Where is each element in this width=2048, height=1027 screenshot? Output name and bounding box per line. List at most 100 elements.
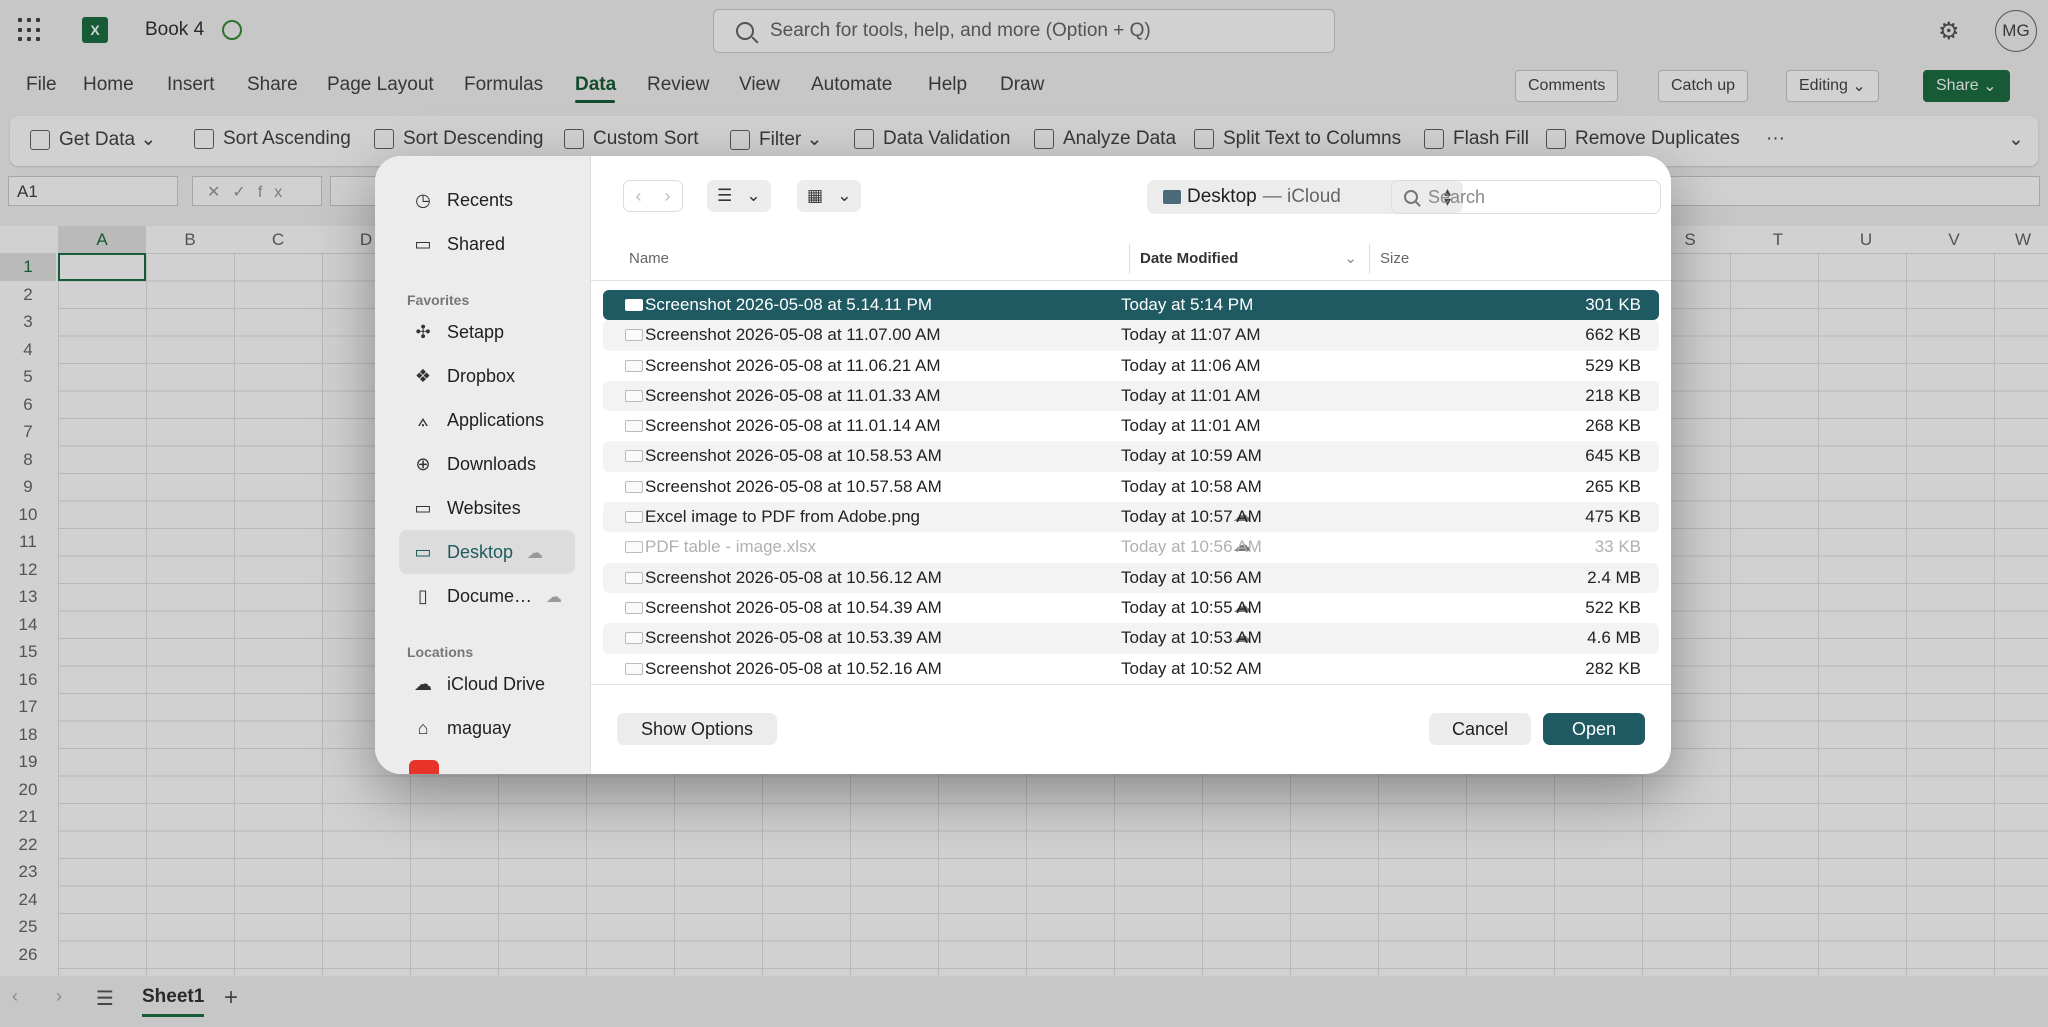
applications-icon: ⟑ xyxy=(417,410,429,430)
setapp-icon: ✣ xyxy=(415,322,431,342)
sidebar-item-websites[interactable]: ▭ Websites xyxy=(411,498,520,519)
file-date-modified: Today at 10:53 AM xyxy=(1121,628,1262,648)
file-row[interactable]: Screenshot 2026-05-08 at 10.52.16 AM Toda… xyxy=(603,654,1659,684)
favorites-heading: Favorites xyxy=(407,292,470,308)
file-thumbnail-icon xyxy=(625,571,643,584)
file-name: Screenshot 2026-05-08 at 11.06.21 AM xyxy=(645,355,941,375)
sidebar-label: Desktop xyxy=(447,542,514,562)
file-thumbnail-icon xyxy=(625,480,643,493)
sidebar-label: Downloads xyxy=(447,454,537,474)
partially-hidden-location-icon xyxy=(409,760,439,774)
open-file-dialog: ◷ Recents ▭ Shared Favorites ✣ Setapp ❖ Drop… xyxy=(375,156,1671,774)
sort-chevron-icon: ⌄ xyxy=(1344,250,1357,267)
file-size: 268 KB xyxy=(1585,416,1641,436)
file-row[interactable]: Excel image to PDF from Adobe.png ☁ Today … xyxy=(603,502,1659,533)
list-view-button[interactable]: ☰ ⌄ xyxy=(707,180,771,212)
sidebar-item-recents[interactable]: ◷ Recents xyxy=(411,190,513,211)
sidebar-label: Recents xyxy=(447,190,514,210)
file-row[interactable]: Screenshot 2026-05-08 at 10.57.58 AM Toda… xyxy=(603,472,1659,502)
file-row[interactable]: Screenshot 2026-05-08 at 10.58.53 AM Toda… xyxy=(603,441,1659,472)
sidebar-item-dropbox[interactable]: ❖ Dropbox xyxy=(411,366,515,387)
sidebar-item-home[interactable]: ⌂ maguay xyxy=(411,718,511,739)
dialog-search-input[interactable]: Search xyxy=(1391,180,1661,214)
file-row[interactable]: Screenshot 2026-05-08 at 10.54.39 AM ☁ Tod… xyxy=(603,593,1659,623)
file-thumbnail-icon xyxy=(625,329,643,342)
file-row[interactable]: Screenshot 2026-05-08 at 11.01.33 AM Toda… xyxy=(603,380,1659,412)
sidebar-label: iCloud Drive xyxy=(447,674,546,694)
list-view-icon: ☰ xyxy=(717,186,733,205)
sidebar-item-icloud-drive[interactable]: ☁ iCloud Drive xyxy=(411,674,545,695)
file-size: 265 KB xyxy=(1585,476,1641,496)
file-date-modified: Today at 10:56 AM xyxy=(1121,537,1262,557)
desktop-icon: ▭ xyxy=(414,542,432,562)
date-column-label: Date Modified xyxy=(1140,250,1239,267)
sidebar-label: Docume… xyxy=(447,586,533,606)
show-options-label: Show Options xyxy=(640,718,754,739)
cancel-label: Cancel xyxy=(1451,718,1509,739)
file-date-modified: Today at 10:59 AM xyxy=(1121,446,1262,466)
group-view-button[interactable]: ▦ ⌄ xyxy=(797,180,862,212)
file-name: Screenshot 2026-05-08 at 10.56.12 AM xyxy=(645,567,942,587)
file-row[interactable]: Screenshot 2026-05-08 at 11.07.00 AM Toda… xyxy=(603,320,1659,351)
file-name: Excel image to PDF from Adobe.png xyxy=(645,507,920,527)
open-button[interactable]: Open xyxy=(1543,713,1645,745)
cancel-button[interactable]: Cancel xyxy=(1429,713,1531,745)
sidebar-item-applications[interactable]: ⟑ Applications xyxy=(411,410,545,431)
file-date-modified: Today at 10:56 AM xyxy=(1121,567,1262,587)
chevron-down-icon: ⌄ xyxy=(746,186,761,205)
home-icon: ⌂ xyxy=(417,718,429,738)
file-name: Screenshot 2026-05-08 at 11.01.14 AM xyxy=(645,416,941,436)
file-name: Screenshot 2026-05-08 at 10.53.39 AM xyxy=(645,628,942,648)
file-date-modified: Today at 11:07 AM xyxy=(1121,325,1261,345)
sidebar-item-documents[interactable]: ▯ Docume… ☁ xyxy=(411,586,562,607)
dialog-toolbar: ‹ › ☰ ⌄ ▦ ⌄ Desktop — iCloud ▴ ▾ Search xyxy=(591,156,1671,242)
forward-chevron-icon[interactable]: › xyxy=(653,181,682,211)
file-thumbnail-icon xyxy=(625,299,643,311)
file-row[interactable]: Screenshot 2026-05-08 at 10.56.12 AM Toda… xyxy=(603,562,1659,593)
locations-heading: Locations xyxy=(407,644,474,660)
file-size: 529 KB xyxy=(1585,355,1641,375)
file-thumbnail-icon xyxy=(625,359,643,372)
file-date-modified: Today at 10:55 AM xyxy=(1121,597,1262,617)
dropbox-icon: ❖ xyxy=(414,366,432,386)
file-name: Screenshot 2026-05-08 at 10.54.39 AM xyxy=(645,597,942,617)
document-icon: ▯ xyxy=(418,586,428,606)
file-date-modified: Today at 11:06 AM xyxy=(1121,355,1261,375)
sidebar-label: Setapp xyxy=(447,322,505,342)
header-divider xyxy=(591,280,1671,281)
show-options-button[interactable]: Show Options xyxy=(617,713,777,745)
clock-icon: ◷ xyxy=(415,190,431,210)
size-column-header[interactable]: Size xyxy=(1369,244,1409,274)
file-row[interactable]: Screenshot 2026-05-08 at 11.06.21 AM Toda… xyxy=(603,351,1659,381)
file-thumbnail-icon xyxy=(625,541,643,554)
back-forward-buttons: ‹ › xyxy=(623,180,683,212)
file-list: Screenshot 2026-05-08 at 5.14.11 PM Today… xyxy=(603,290,1659,684)
sidebar-item-downloads[interactable]: ⊕ Downloads xyxy=(411,454,536,475)
date-column-header[interactable]: Date Modified ⌄ xyxy=(1129,244,1369,274)
file-name: Screenshot 2026-05-08 at 11.01.33 AM xyxy=(645,385,941,405)
chevron-down-icon: ⌄ xyxy=(837,186,852,205)
file-row[interactable]: Screenshot 2026-05-08 at 5.14.11 PM Today… xyxy=(603,290,1659,321)
file-row: PDF table - image.xlsx ☁ Today at 10:56 AM… xyxy=(603,532,1659,562)
location-label: Desktop xyxy=(1187,186,1257,207)
sidebar-label: maguay xyxy=(447,718,512,738)
sidebar-item-setapp[interactable]: ✣ Setapp xyxy=(411,322,504,343)
file-thumbnail-icon xyxy=(625,662,643,675)
file-name: Screenshot 2026-05-08 at 10.58.53 AM xyxy=(645,446,942,466)
file-date-modified: Today at 10:58 AM xyxy=(1121,476,1262,496)
file-size: 33 KB xyxy=(1594,537,1641,557)
open-label: Open xyxy=(1571,718,1617,739)
sidebar-item-desktop[interactable]: ▭ Desktop ☁ xyxy=(411,542,543,563)
name-column-header[interactable]: Name xyxy=(629,244,669,274)
sidebar-item-shared[interactable]: ▭ Shared xyxy=(411,234,505,255)
file-size: 662 KB xyxy=(1585,325,1641,345)
grid-view-icon: ▦ xyxy=(807,186,824,205)
file-thumbnail-icon xyxy=(625,450,643,463)
file-name: PDF table - image.xlsx xyxy=(645,537,816,557)
file-row[interactable]: Screenshot 2026-05-08 at 11.01.14 AM Toda… xyxy=(603,411,1659,441)
file-row[interactable]: Screenshot 2026-05-08 at 10.53.39 AM ☁ Tod… xyxy=(603,623,1659,654)
file-size: 301 KB xyxy=(1585,295,1641,314)
file-name: Screenshot 2026-05-08 at 10.52.16 AM xyxy=(645,658,942,678)
file-thumbnail-icon xyxy=(625,511,643,524)
back-chevron-icon[interactable]: ‹ xyxy=(624,181,653,211)
